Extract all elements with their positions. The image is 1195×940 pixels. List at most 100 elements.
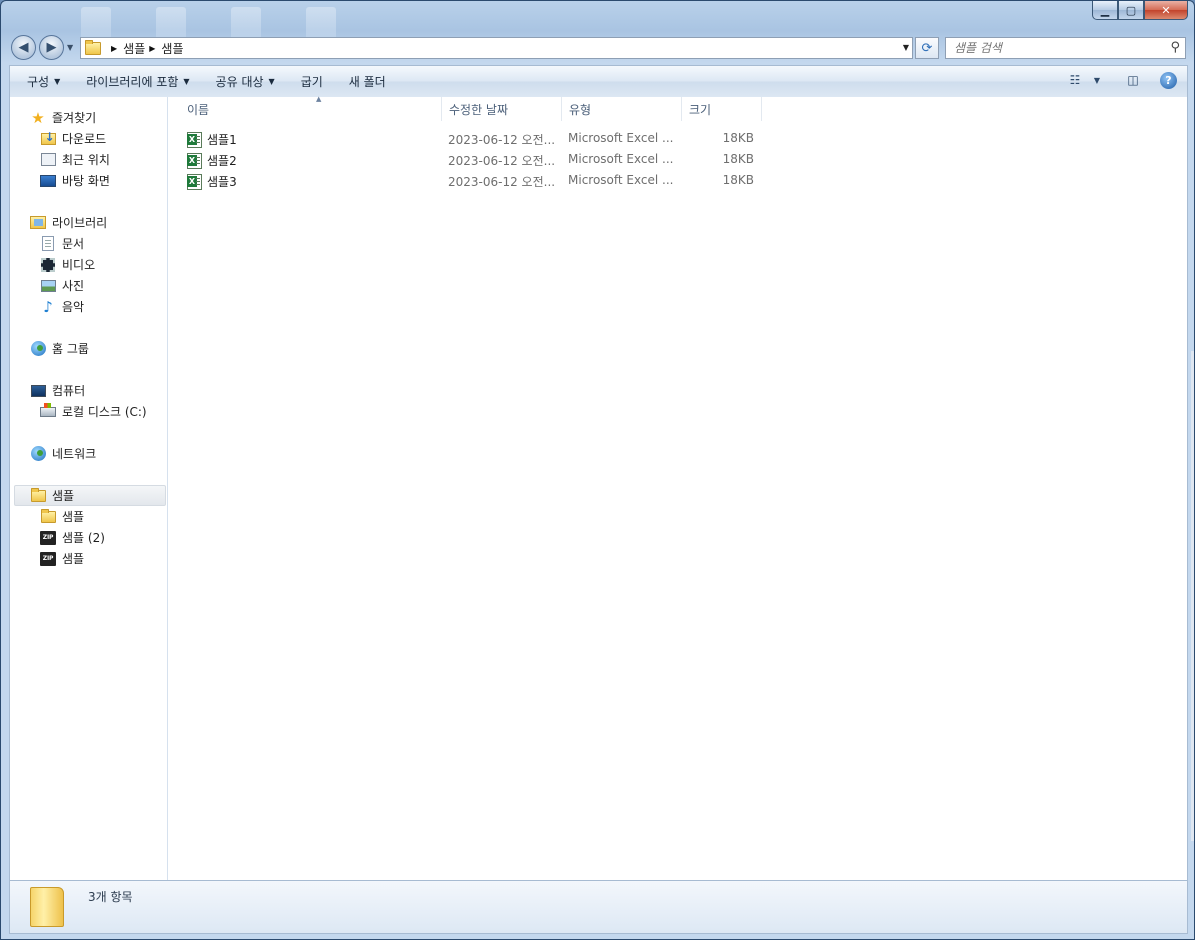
nav-label: 네트워크 bbox=[52, 447, 97, 461]
file-name: 샘플3 bbox=[207, 175, 237, 189]
nav-label: 컴퓨터 bbox=[52, 384, 86, 398]
music-note-icon: ♪ bbox=[43, 297, 53, 316]
breadcrumb-item[interactable]: 샘플 bbox=[161, 40, 183, 57]
nav-item-libraries[interactable]: 라이브러리 bbox=[10, 212, 167, 233]
favorites-group: ★ 즐겨찾기 다운로드 최근 위치 바탕 화면 bbox=[10, 107, 167, 191]
burn-button[interactable]: 굽기 bbox=[292, 70, 332, 94]
nav-label: 라이브러리 bbox=[52, 216, 108, 230]
search-icon[interactable]: ⚲ bbox=[1170, 40, 1180, 55]
new-folder-button[interactable]: 새 폴더 bbox=[340, 70, 395, 94]
refresh-icon: ⟳ bbox=[921, 40, 933, 56]
library-icon bbox=[30, 216, 46, 229]
column-label: 수정한 날짜 bbox=[449, 102, 509, 117]
nav-item-network[interactable]: 네트워크 bbox=[10, 443, 167, 464]
nav-item-zip[interactable]: ZIP 샘플 bbox=[10, 548, 167, 569]
hard-drive-icon bbox=[40, 402, 56, 417]
view-options-dropdown-icon[interactable]: ▼ bbox=[1088, 71, 1106, 89]
file-list[interactable]: 이름 ▲ 수정한 날짜 유형 크기 샘플1 2023-06-12 오전... Mi… bbox=[169, 95, 1187, 880]
refresh-button[interactable]: ⟳ bbox=[915, 37, 939, 59]
chevron-down-icon: ▼ bbox=[268, 77, 275, 86]
folder-icon bbox=[30, 887, 64, 927]
column-header-date[interactable]: 수정한 날짜 bbox=[442, 97, 562, 121]
search-input[interactable] bbox=[954, 41, 1154, 55]
recent-places-icon bbox=[40, 153, 56, 166]
nav-item-computer[interactable]: 컴퓨터 bbox=[10, 380, 167, 401]
search-box[interactable]: ⚲ bbox=[945, 37, 1186, 59]
nav-label: 샘플 bbox=[62, 552, 85, 566]
nav-item-zip[interactable]: ZIP 샘플 (2) bbox=[10, 527, 167, 548]
file-name-cell: 샘플1 bbox=[187, 131, 237, 148]
video-icon bbox=[41, 257, 55, 272]
current-folder-group: 샘플 샘플 ZIP 샘플 (2) ZIP 샘플 bbox=[10, 485, 167, 569]
breadcrumb-separator-icon[interactable]: ▶ bbox=[111, 44, 117, 53]
nav-item-current-folder[interactable]: 샘플 bbox=[14, 485, 166, 506]
organize-button[interactable]: 구성 ▼ bbox=[18, 70, 69, 94]
file-size: 18KB bbox=[722, 173, 754, 187]
computer-icon bbox=[30, 384, 46, 397]
nav-label: 바탕 화면 bbox=[62, 174, 110, 188]
nav-label: 사진 bbox=[62, 279, 85, 293]
column-header-type[interactable]: 유형 bbox=[562, 97, 682, 121]
excel-file-icon bbox=[187, 131, 202, 148]
file-row[interactable]: 샘플2 2023-06-12 오전... Microsoft Excel ...… bbox=[169, 149, 769, 170]
star-icon: ★ bbox=[31, 108, 45, 127]
forward-button[interactable]: ▶ bbox=[39, 35, 64, 60]
excel-file-icon bbox=[187, 173, 202, 190]
nav-item-downloads[interactable]: 다운로드 bbox=[10, 128, 167, 149]
back-button[interactable]: ◀ bbox=[11, 35, 36, 60]
nav-item-favorites[interactable]: ★ 즐겨찾기 bbox=[10, 107, 167, 128]
maximize-button[interactable]: ▢ bbox=[1118, 1, 1144, 20]
nav-item-recent-places[interactable]: 최근 위치 bbox=[10, 149, 167, 170]
column-header-name[interactable]: 이름 ▲ bbox=[180, 95, 442, 121]
include-in-library-button[interactable]: 라이브러리에 포함 ▼ bbox=[77, 70, 198, 94]
preview-pane-icon[interactable]: ◫ bbox=[1124, 71, 1142, 89]
file-type: Microsoft Excel ... bbox=[568, 152, 674, 166]
organize-label: 구성 bbox=[27, 75, 50, 89]
column-header-size[interactable]: 크기 bbox=[682, 97, 762, 121]
file-name: 샘플1 bbox=[207, 133, 237, 147]
zip-archive-icon: ZIP bbox=[40, 530, 56, 545]
file-date: 2023-06-12 오전... bbox=[448, 154, 556, 168]
view-options-icon[interactable]: ☷ bbox=[1066, 71, 1084, 89]
command-bar: 구성 ▼ 라이브러리에 포함 ▼ 공유 대상 ▼ 굽기 새 폴더 ☷ ▼ ◫ ? bbox=[9, 65, 1188, 97]
burn-label: 굽기 bbox=[300, 75, 323, 89]
nav-item-desktop[interactable]: 바탕 화면 bbox=[10, 170, 167, 191]
homegroup-icon bbox=[30, 341, 46, 356]
file-type: Microsoft Excel ... bbox=[568, 131, 674, 145]
folder-icon bbox=[85, 39, 101, 55]
close-button[interactable]: ✕ bbox=[1144, 1, 1188, 20]
zip-archive-icon: ZIP bbox=[40, 551, 56, 566]
nav-label: 비디오 bbox=[62, 258, 96, 272]
file-name-cell: 샘플3 bbox=[187, 173, 237, 190]
nav-item-documents[interactable]: 문서 bbox=[10, 233, 167, 254]
recent-pages-dropdown[interactable]: ▼ bbox=[67, 43, 73, 52]
nav-label: 즐겨찾기 bbox=[52, 111, 97, 125]
file-row[interactable]: 샘플3 2023-06-12 오전... Microsoft Excel ...… bbox=[169, 170, 769, 191]
picture-icon bbox=[40, 279, 56, 292]
file-name: 샘플2 bbox=[207, 154, 237, 168]
nav-label: 최근 위치 bbox=[62, 153, 110, 167]
nav-item-videos[interactable]: 비디오 bbox=[10, 254, 167, 275]
nav-item-music[interactable]: ♪ 음악 bbox=[10, 296, 167, 317]
network-icon bbox=[30, 446, 46, 461]
help-icon[interactable]: ? bbox=[1160, 71, 1177, 89]
breadcrumb-separator-icon[interactable]: ▶ bbox=[149, 44, 155, 53]
nav-item-homegroup[interactable]: 홈 그룹 bbox=[10, 338, 167, 359]
share-with-button[interactable]: 공유 대상 ▼ bbox=[207, 70, 284, 94]
file-row[interactable]: 샘플1 2023-06-12 오전... Microsoft Excel ...… bbox=[169, 128, 769, 149]
chevron-down-icon: ▼ bbox=[183, 77, 190, 86]
minimize-button[interactable]: ▁ bbox=[1092, 1, 1118, 20]
breadcrumb-item[interactable]: 샘플 bbox=[123, 40, 145, 57]
folder-icon bbox=[30, 487, 46, 502]
nav-item-pictures[interactable]: 사진 bbox=[10, 275, 167, 296]
navigation-pane[interactable]: ★ 즐겨찾기 다운로드 최근 위치 바탕 화면 라이브러리 문서 비디오 사진 ♪… bbox=[10, 97, 168, 880]
include-library-label: 라이브러리에 포함 bbox=[86, 75, 179, 89]
address-dropdown-icon[interactable]: ▼ bbox=[903, 43, 909, 52]
navigation-bar: ◀ ▶ ▼ ▶ 샘플 ▶ 샘플 ▼ ⟳ ⚲ bbox=[1, 31, 1194, 63]
details-pane: 3개 항목 bbox=[9, 880, 1188, 934]
nav-item-subfolder[interactable]: 샘플 bbox=[10, 506, 167, 527]
nav-item-local-disk[interactable]: 로컬 디스크 (C:) bbox=[10, 401, 167, 422]
window-edge bbox=[1191, 351, 1194, 841]
address-bar[interactable]: ▶ 샘플 ▶ 샘플 ▼ bbox=[80, 37, 913, 59]
nav-label: 홈 그룹 bbox=[52, 342, 89, 356]
